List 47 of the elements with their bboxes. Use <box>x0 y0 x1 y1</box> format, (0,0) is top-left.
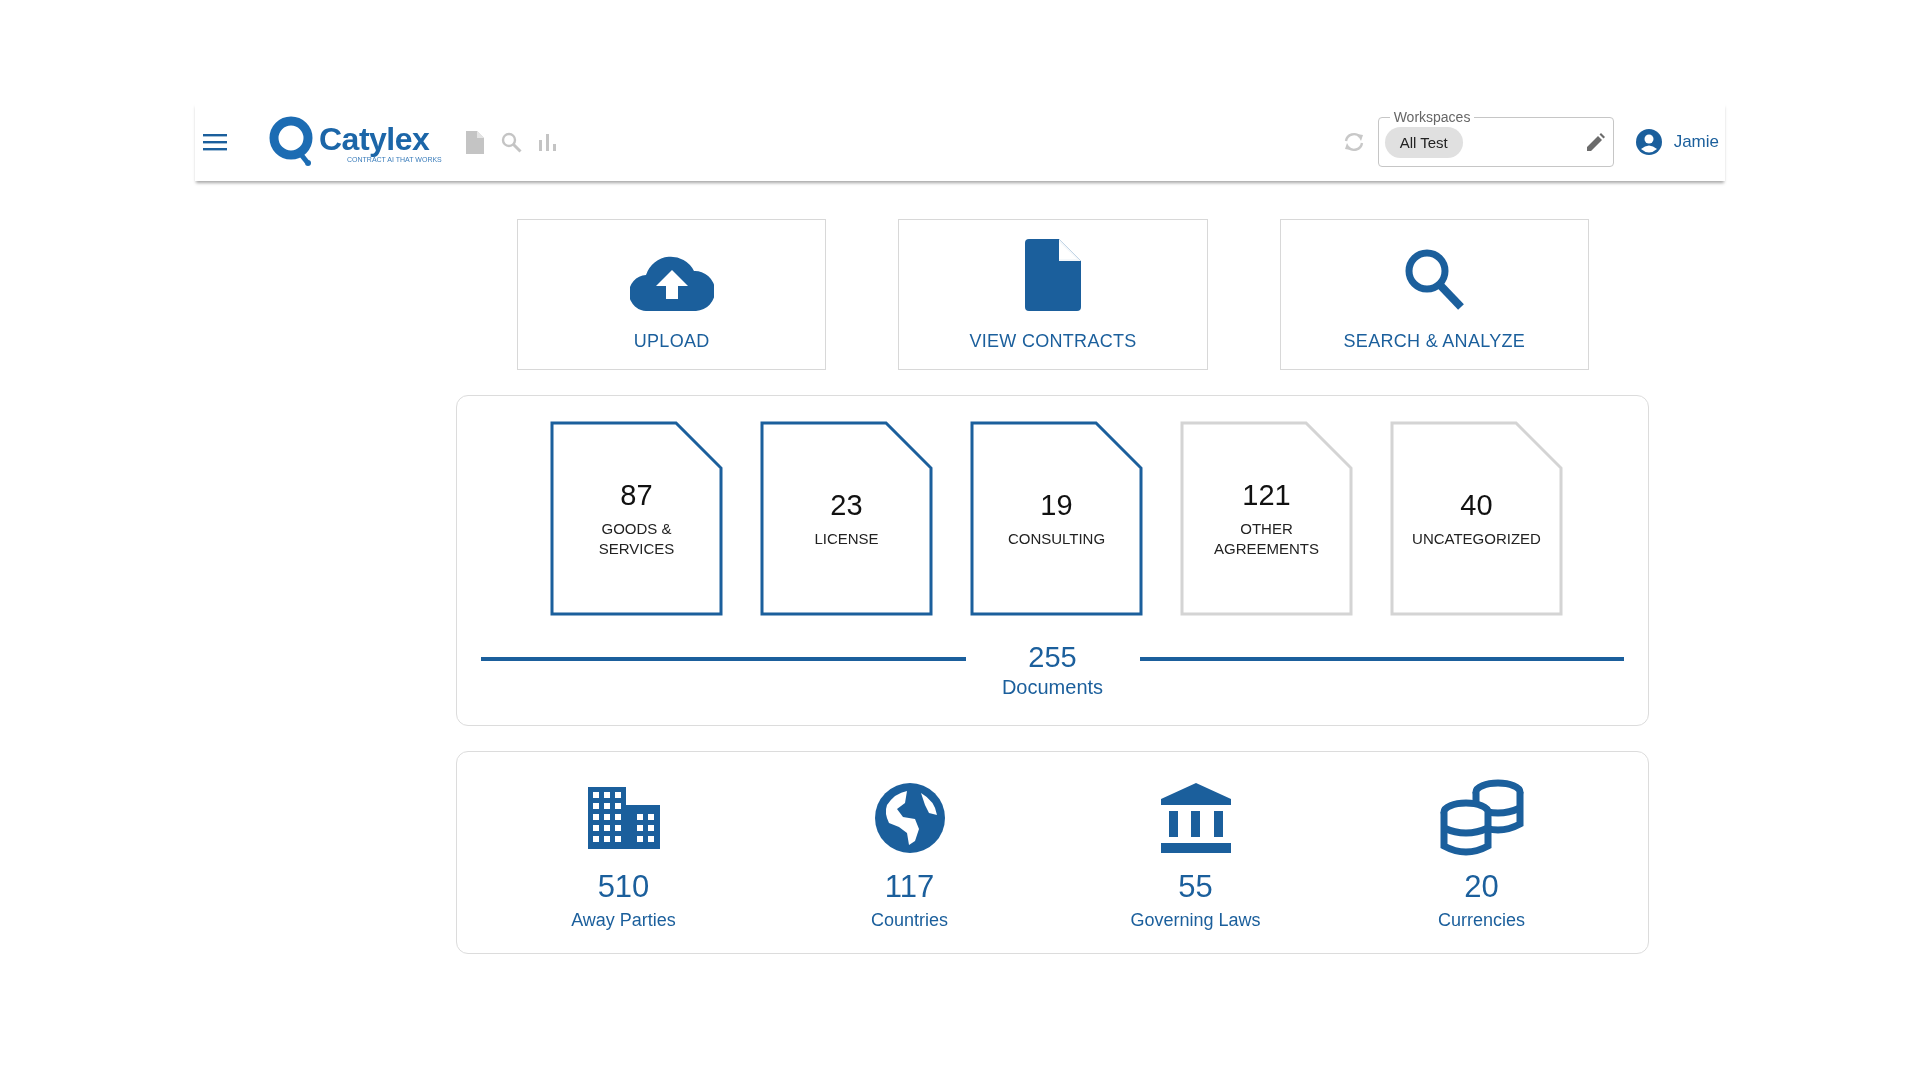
document-icon[interactable] <box>465 130 484 154</box>
document-category: UNCATEGORIZED <box>1411 528 1542 549</box>
stat-label: Governing Laws <box>1130 910 1261 931</box>
action-card[interactable]: VIEW CONTRACTS <box>898 219 1208 370</box>
document-category: OTHER AGREEMENTS <box>1213 518 1320 559</box>
document-card[interactable]: 121 OTHER AGREEMENTS <box>1180 421 1353 616</box>
bank-icon <box>1160 783 1231 853</box>
stat-count: 510 <box>597 868 650 906</box>
document-card[interactable]: 23 LICENSE <box>760 421 933 616</box>
building-icon <box>587 787 660 849</box>
action-card[interactable]: SEARCH & ANALYZE <box>1279 219 1589 370</box>
stat-count: 20 <box>1464 868 1499 906</box>
stat-label: Currencies <box>1438 910 1525 931</box>
stat-count: 55 <box>1178 868 1213 906</box>
stat-label: Away Parties <box>571 910 676 931</box>
document-card[interactable]: 40 UNCATEGORIZED <box>1390 421 1563 616</box>
document-count: 87 <box>620 478 653 512</box>
workspace-chip[interactable]: All Test <box>1384 126 1463 158</box>
document-count: 19 <box>1040 488 1073 522</box>
document-category: LICENSE <box>813 528 880 549</box>
logo-name: Catylex <box>319 121 430 156</box>
search-icon <box>1403 247 1466 311</box>
menu-icon[interactable] <box>203 133 227 151</box>
user-name[interactable]: Jamie <box>1673 132 1719 152</box>
pencil-icon[interactable] <box>1586 133 1605 151</box>
document-icon <box>1025 239 1081 311</box>
total-label: Documents <box>1001 675 1104 699</box>
document-count: 121 <box>1242 478 1291 512</box>
total-count: 255 <box>1028 640 1077 675</box>
document-card[interactable]: 87 GOODS & SERVICES <box>550 421 723 616</box>
globe-icon <box>874 783 945 853</box>
stat-label: Countries <box>870 910 948 931</box>
stat-count: 117 <box>884 868 935 906</box>
action-label: SEARCH & ANALYZE <box>1343 331 1526 352</box>
coins-stack-icon <box>1439 778 1524 858</box>
document-card[interactable]: 19 CONSULTING <box>970 421 1143 616</box>
search-icon[interactable] <box>500 131 522 153</box>
document-count: 23 <box>830 488 863 522</box>
action-label: UPLOAD <box>633 331 710 352</box>
account-icon[interactable] <box>1635 129 1662 155</box>
document-category: CONSULTING <box>1006 528 1107 549</box>
document-category: GOODS & SERVICES <box>597 518 676 559</box>
action-card[interactable]: UPLOAD <box>517 219 827 370</box>
document-count: 40 <box>1460 488 1493 522</box>
action-label: VIEW CONTRACTS <box>969 331 1137 352</box>
bar-chart-icon[interactable] <box>538 133 556 151</box>
field-label: Workspaces <box>1389 109 1475 125</box>
